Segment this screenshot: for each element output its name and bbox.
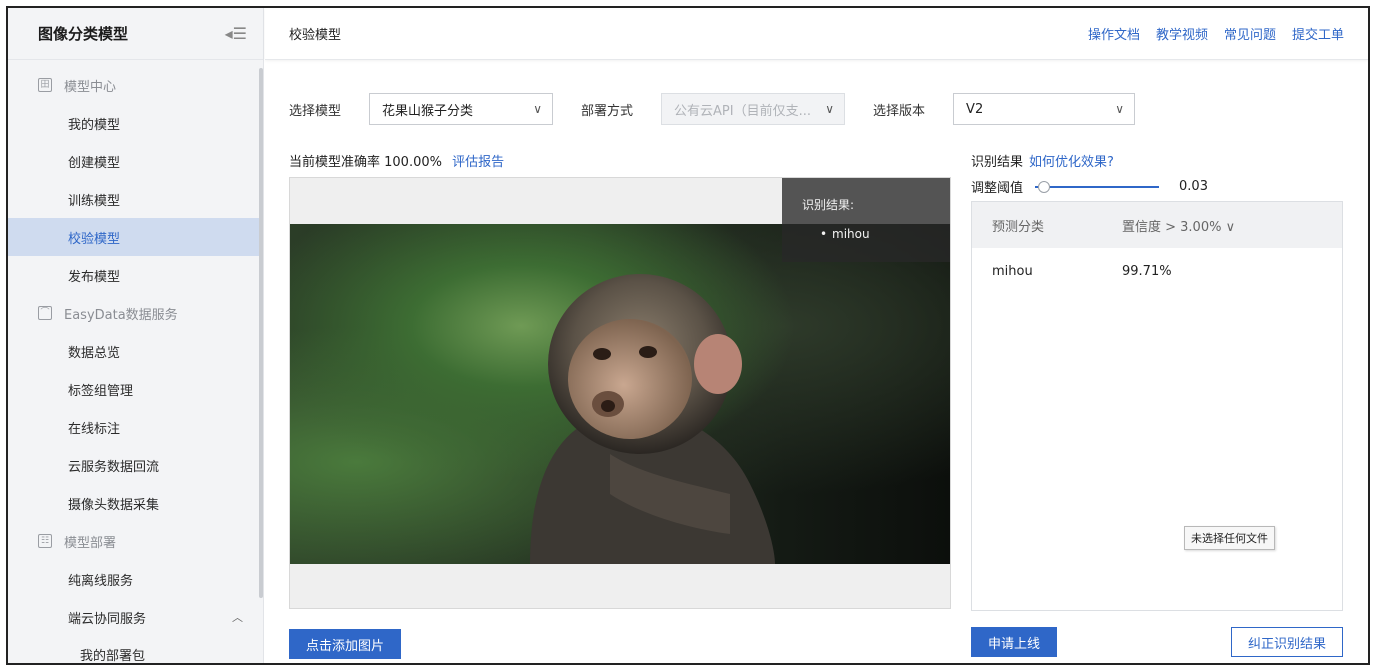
row-category: mihou	[992, 263, 1033, 279]
sidebar-item-label: 训练模型	[68, 193, 121, 209]
file-tooltip: 未选择任何文件	[1184, 526, 1275, 550]
deploy-method-select: 公有云API（目前仅支... ∨	[661, 93, 846, 125]
add-image-button[interactable]: 点击添加图片	[289, 629, 401, 659]
table-header: 预测分类 置信度 > 3.00% ∨	[972, 202, 1342, 248]
threshold-label: 调整阈值	[971, 181, 1024, 196]
evaluation-report-link[interactable]: 评估报告	[452, 155, 504, 170]
sidebar-item-label-groups[interactable]: 标签组管理	[8, 370, 263, 408]
sidebar-header: 图像分类模型 ◂☰	[8, 8, 263, 60]
sidebar-item-train-model[interactable]: 训练模型	[8, 180, 263, 218]
sidebar: 图像分类模型 ◂☰ 田 模型中心 我的模型 创建模型 训练模型 校验模型 发布模…	[8, 8, 264, 663]
submit-ticket-link[interactable]: 提交工单	[1292, 24, 1344, 43]
sidebar-item-online-annotation[interactable]: 在线标注	[8, 408, 263, 446]
sidebar-item-cloud-data-backflow[interactable]: 云服务数据回流	[8, 446, 263, 484]
slider-track[interactable]	[1035, 185, 1160, 188]
sidebar-item-edge-cloud-service[interactable]: 端云协同服务 ︿	[8, 598, 263, 636]
chevron-down-icon: ∨	[1225, 219, 1236, 235]
sidebar-item-label: 纯离线服务	[68, 573, 134, 589]
results-title: 识别结果	[971, 155, 1024, 170]
optimize-link[interactable]: 如何优化效果?	[1029, 155, 1114, 170]
apply-online-button[interactable]: 申请上线	[971, 627, 1057, 657]
sidebar-item-label: 数据总览	[68, 345, 121, 361]
slider-knob[interactable]	[1038, 180, 1051, 193]
monkey-image	[530, 274, 775, 564]
deploy-icon: ☷	[38, 534, 52, 548]
model-form-row: 选择模型 花果山猴子分类 ∨ 部署方式 公有云API（目前仅支... ∨ 选择版…	[289, 93, 1136, 125]
col-confidence-header[interactable]: 置信度 > 3.00% ∨	[1122, 216, 1342, 235]
table-row: mihou 99.71%	[972, 248, 1342, 294]
sidebar-scrollbar[interactable]	[259, 68, 263, 598]
image-preview-panel: 识别结果: mihou	[289, 177, 951, 609]
sidebar-group-label: EasyData数据服务	[64, 307, 178, 323]
sidebar-item-label: 创建模型	[68, 155, 121, 171]
sidebar-item-validate-model[interactable]: 校验模型	[8, 218, 263, 256]
version-select-value: V2	[966, 101, 984, 117]
deploy-method-value: 公有云API（目前仅支...	[674, 103, 811, 119]
sidebar-group-label: 模型中心	[64, 79, 117, 95]
monkey-photo	[290, 224, 950, 564]
col-category-header: 预测分类	[992, 219, 1045, 235]
threshold-slider[interactable]	[1035, 180, 1160, 194]
accuracy-row: 当前模型准确率 100.00% 评估报告	[289, 151, 504, 170]
chart-icon: ⌒	[38, 306, 52, 320]
sidebar-subitem-my-packages[interactable]: 我的部署包	[8, 636, 263, 664]
main-content: 选择模型 花果山猴子分类 ∨ 部署方式 公有云API（目前仅支... ∨ 选择版…	[265, 61, 1368, 663]
correct-result-button[interactable]: 纠正识别结果	[1231, 627, 1343, 657]
sidebar-item-camera-collection[interactable]: 摄像头数据采集	[8, 484, 263, 522]
results-table: 预测分类 置信度 > 3.00% ∨ mihou 99.71% 未选择任何文件	[971, 201, 1343, 611]
tutorial-video-link[interactable]: 教学视频	[1156, 24, 1208, 43]
threshold-row: 调整阈值 0.03	[971, 177, 1208, 196]
overlay-title: 识别结果:	[802, 198, 855, 212]
chevron-down-icon: ∨	[825, 102, 835, 116]
sidebar-item-label: 我的模型	[68, 117, 121, 133]
app-window: 图像分类模型 ◂☰ 田 模型中心 我的模型 创建模型 训练模型 校验模型 发布模…	[6, 6, 1370, 665]
header-links: 操作文档 教学视频 常见问题 提交工单	[1088, 24, 1344, 43]
deploy-method-label: 部署方式	[581, 103, 634, 119]
model-select[interactable]: 花果山猴子分类 ∨	[369, 93, 554, 125]
row-confidence: 99.71%	[1122, 263, 1172, 279]
sidebar-item-my-models[interactable]: 我的模型	[8, 104, 263, 142]
sidebar-item-create-model[interactable]: 创建模型	[8, 142, 263, 180]
sidebar-group-deploy: ☷ 模型部署	[8, 522, 263, 560]
top-bar: 校验模型 操作文档 教学视频 常见问题 提交工单	[265, 8, 1368, 60]
confidence-filter-label: 置信度 > 3.00%	[1122, 219, 1222, 235]
sidebar-item-label: 我的部署包	[80, 648, 146, 664]
results-header: 识别结果 如何优化效果?	[971, 151, 1114, 170]
sidebar-title: 图像分类模型	[38, 25, 129, 43]
threshold-value: 0.03	[1179, 179, 1208, 194]
sidebar-item-label: 摄像头数据采集	[68, 497, 160, 513]
sidebar-item-offline-service[interactable]: 纯离线服务	[8, 560, 263, 598]
building-icon: 田	[38, 78, 52, 92]
select-model-label: 选择模型	[289, 103, 342, 119]
sidebar-item-data-overview[interactable]: 数据总览	[8, 332, 263, 370]
sidebar-list: 田 模型中心 我的模型 创建模型 训练模型 校验模型 发布模型 ⌒ EasyDa…	[8, 60, 263, 664]
sidebar-item-label: 在线标注	[68, 421, 121, 437]
chevron-down-icon: ∨	[533, 102, 543, 116]
version-select[interactable]: V2 ∨	[953, 93, 1136, 125]
sidebar-item-label: 校验模型	[68, 231, 121, 247]
sidebar-item-publish-model[interactable]: 发布模型	[8, 256, 263, 294]
sidebar-item-label: 标签组管理	[68, 383, 134, 399]
sidebar-group-label: 模型部署	[64, 535, 117, 551]
accuracy-text: 当前模型准确率 100.00%	[289, 155, 442, 170]
page-title: 校验模型	[289, 28, 342, 43]
sidebar-item-label: 发布模型	[68, 269, 121, 285]
sidebar-item-label: 云服务数据回流	[68, 459, 160, 475]
select-version-label: 选择版本	[873, 103, 926, 119]
collapse-menu-icon[interactable]: ◂☰	[225, 24, 247, 43]
sidebar-group-model-center: 田 模型中心	[8, 66, 263, 104]
sidebar-group-easydata: ⌒ EasyData数据服务	[8, 294, 263, 332]
faq-link[interactable]: 常见问题	[1224, 24, 1276, 43]
overlay-result-item: mihou	[802, 227, 950, 241]
docs-link[interactable]: 操作文档	[1088, 24, 1140, 43]
recognition-result-overlay: 识别结果: mihou	[782, 178, 950, 262]
model-select-value: 花果山猴子分类	[382, 103, 474, 119]
chevron-up-icon: ︿	[232, 611, 243, 624]
chevron-down-icon: ∨	[1115, 102, 1125, 116]
sidebar-item-label: 端云协同服务	[68, 611, 147, 627]
overlay-result-label: mihou	[832, 227, 870, 241]
